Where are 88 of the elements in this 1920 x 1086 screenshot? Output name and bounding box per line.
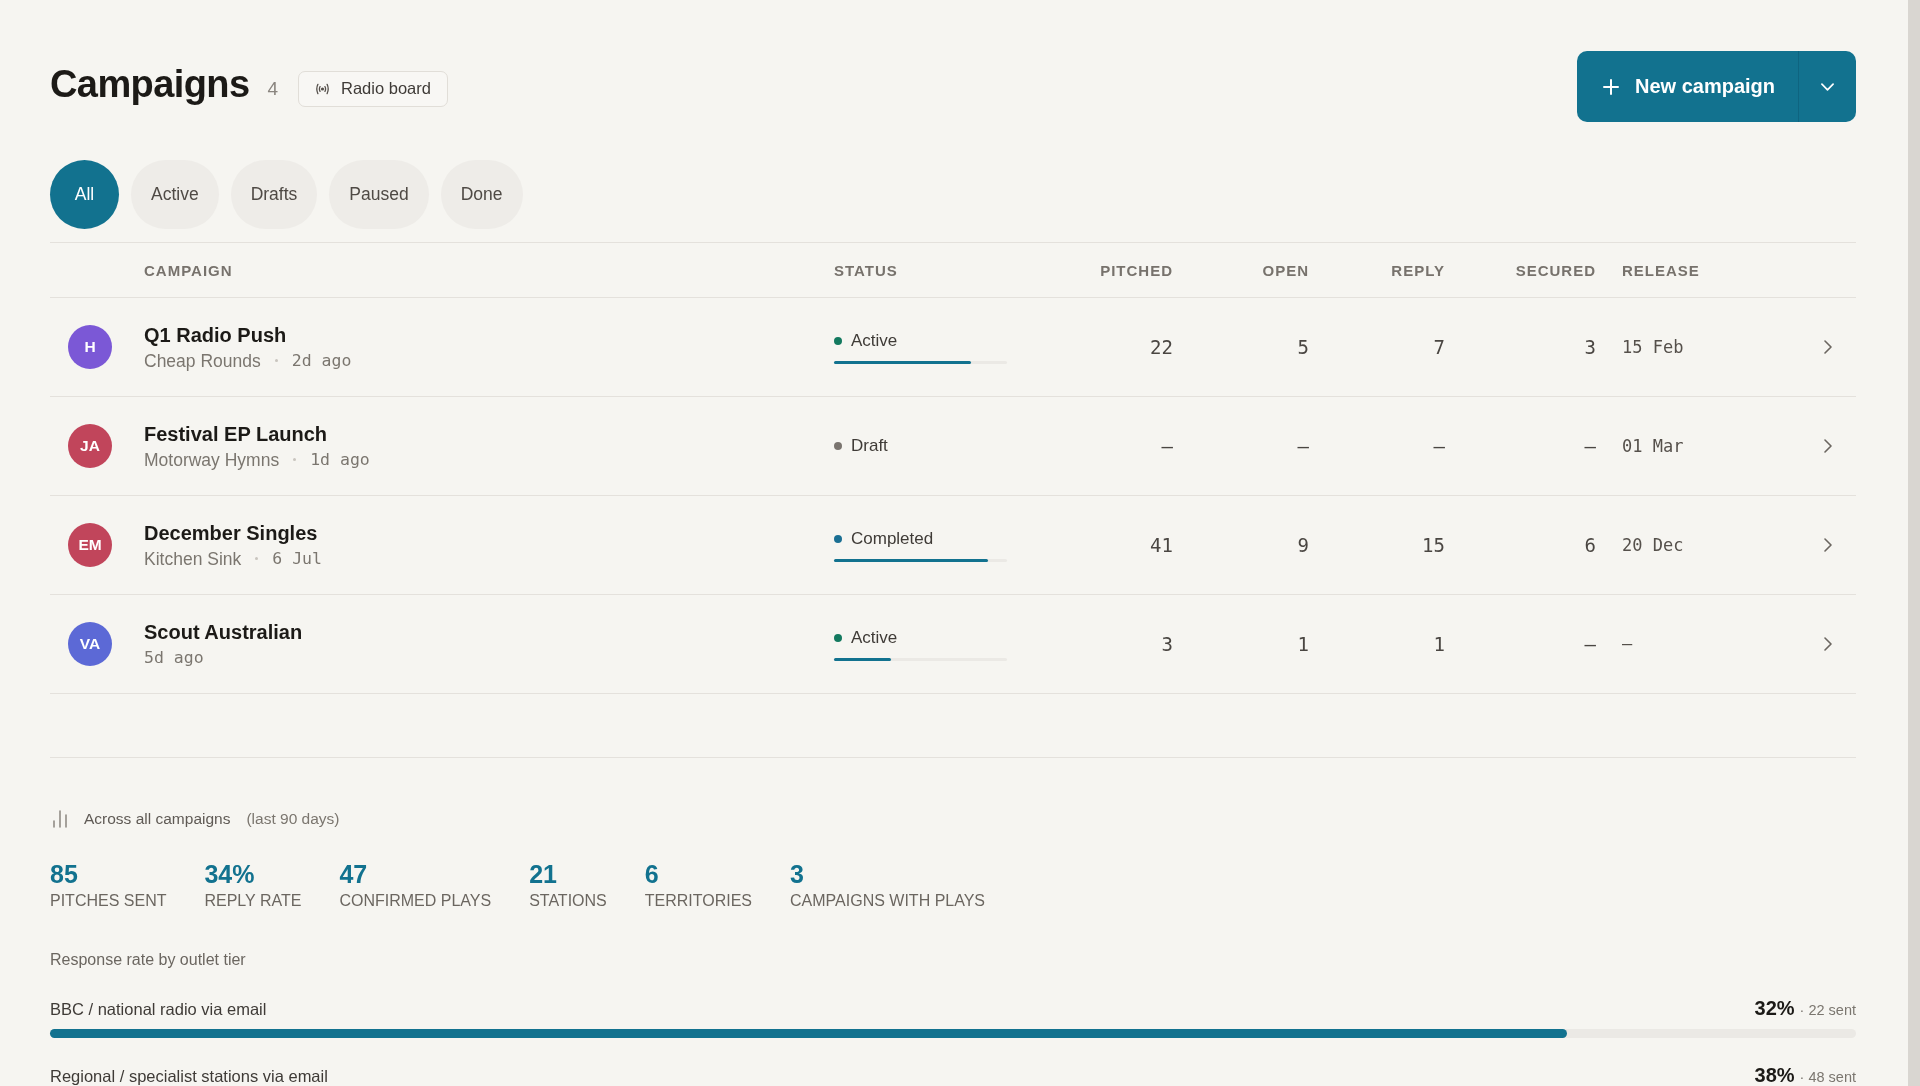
campaign-name: Scout Australian [144,619,303,644]
filter-tab[interactable]: Paused [329,160,429,229]
new-campaign-button[interactable]: New campaign [1576,51,1798,122]
table-cell: 15 [1422,534,1445,556]
table-cell: 9 [1297,534,1309,556]
stat-value: 34% [204,860,256,888]
table-cell: 6 [1584,534,1596,556]
separator-dot-icon [255,557,259,560]
stat-value: 21 [529,860,558,888]
updated-time: 6 Jul [272,547,322,570]
release-date: 01 Mar [1622,436,1684,456]
scrollbar[interactable] [1908,0,1920,1086]
column-header: CAMPAIGN [144,261,233,279]
stat-label: PITCHES SENT [50,891,167,911]
avatar: JA [68,424,112,468]
filter-tab[interactable]: Drafts [230,160,318,229]
stat-label: CONFIRMED PLAYS [339,891,492,911]
stat-label: CAMPAIGNS WITH PLAYS [790,891,986,911]
section-title: Response rate by outlet tier [50,950,247,970]
stat-value: 6 [644,860,660,888]
sent-count: · 48 sent [1799,1068,1856,1086]
chevron-down-icon [1821,82,1834,91]
chevron-right-icon[interactable] [1824,538,1832,552]
release-date: 15 Feb [1622,337,1684,357]
campaign-count: 4 [267,77,278,100]
sent-count: · 22 sent [1799,1001,1856,1020]
section-title: Across all campaigns [84,810,231,828]
campaign-name: December Singles [144,520,319,545]
status-label: Active [851,330,898,351]
table-cell: 1 [1433,633,1445,655]
table-cell: — [1433,435,1445,457]
avatar: EM [68,523,112,567]
column-header: PITCHED [1100,261,1173,279]
tier-rate: 32% [1754,996,1795,1020]
tier-rate: 38% [1754,1063,1795,1086]
chevron-right-icon[interactable] [1824,439,1832,453]
release-date: 20 Dec [1622,535,1684,555]
campaign-name: Festival EP Launch [144,421,329,446]
stat-value: 85 [50,860,79,888]
separator-dot-icon [293,458,297,461]
updated-time: 5d ago [144,646,204,669]
avatar: VA [68,622,112,666]
table-cell: — [1161,435,1173,457]
tier-label: Regional / specialist stations via email [50,1066,328,1086]
table-cell: — [1584,633,1596,655]
filter-tab[interactable]: Active [131,160,219,229]
filter-tab[interactable]: Done [440,160,523,229]
column-header: SECURED [1515,261,1596,279]
filter-tab[interactable]: All [50,160,119,229]
column-header: OPEN [1262,261,1309,279]
bar-chart-icon [53,810,67,828]
table-cell: 5 [1297,336,1309,358]
updated-time: 1d ago [310,448,370,471]
table-cell: 3 [1584,336,1596,358]
column-header: RELEASE [1622,261,1700,279]
stat-label: TERRITORIES [644,891,753,911]
radio-board-button[interactable]: Radio board [298,70,448,107]
table-cell: 7 [1433,336,1445,358]
column-header: STATUS [834,261,898,279]
stat-value: 47 [339,860,369,888]
tier-label: BBC / national radio via email [50,999,267,1020]
table-cell: — [1584,435,1596,457]
artist-name: Cheap Rounds [144,349,261,372]
table-cell: 3 [1161,633,1173,655]
status-label: Draft [851,436,888,456]
artist-name: Kitchen Sink [144,547,242,570]
release-date: – [1622,634,1633,654]
status-label: Active [851,627,898,648]
campaign-name: Q1 Radio Push [144,322,288,347]
period-label: (last 90 days) [246,810,340,828]
chevron-right-icon[interactable] [1824,637,1832,651]
stat-value: 3 [790,860,805,888]
plus-icon [1602,78,1619,95]
status-label: Completed [851,528,934,549]
avatar: H [68,325,112,369]
table-cell: 22 [1150,336,1173,358]
column-header: REPLY [1391,261,1445,279]
table-cell: 1 [1297,633,1309,655]
page-title: Campaigns [50,62,250,107]
table-cell: 41 [1150,534,1173,556]
updated-time: 2d ago [291,349,352,372]
separator-dot-icon [274,359,278,362]
chevron-right-icon[interactable] [1824,340,1832,354]
table-cell: — [1297,435,1309,457]
stat-label: STATIONS [529,891,607,911]
artist-name: Motorway Hymns [144,448,280,471]
stat-label: REPLY RATE [204,891,302,911]
broadcast-icon [315,82,330,95]
